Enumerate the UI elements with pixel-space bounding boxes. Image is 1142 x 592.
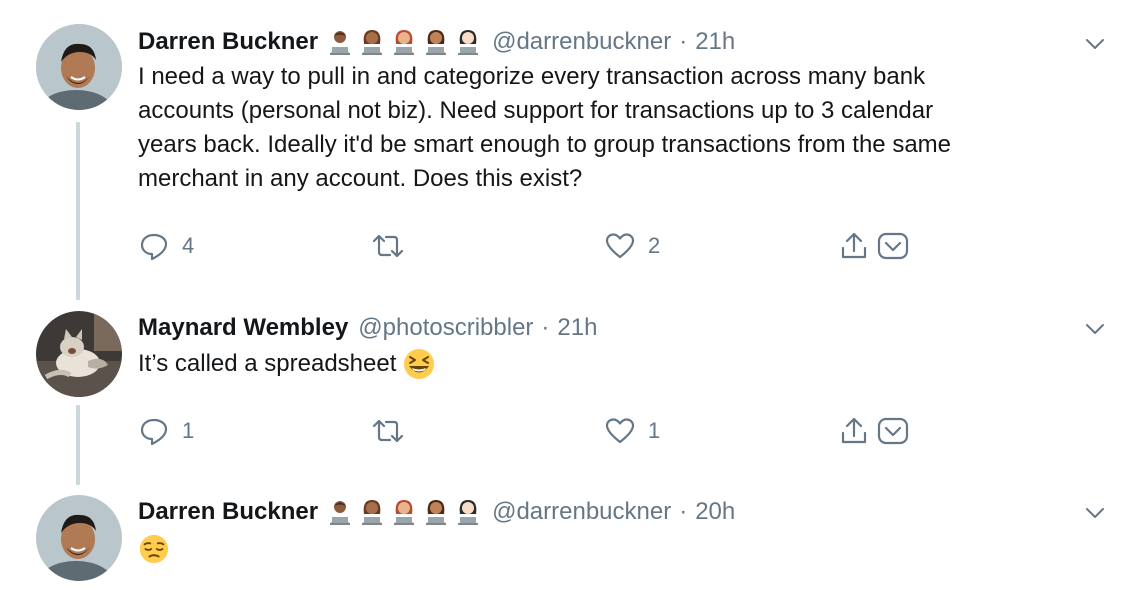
technologist-emoji-icon: [362, 500, 383, 525]
reply-button[interactable]: 4: [138, 229, 194, 263]
author-name[interactable]: Darren Buckner: [138, 28, 318, 56]
name-emojis: [326, 498, 482, 526]
tweet-text-line: I need a way to pull in and categorize e…: [138, 63, 926, 90]
tweet-header: Maynard Wembley @photoscribbler · 21h: [138, 312, 597, 344]
pensive-face-icon: [139, 534, 169, 563]
tweet-text: [138, 531, 1098, 565]
dm-button[interactable]: [876, 414, 910, 448]
tweet-text-line: merchant in any account. Does this exist…: [138, 165, 583, 192]
technologist-emoji-icon: [426, 30, 447, 55]
dm-icon: [877, 232, 909, 260]
like-icon: [605, 418, 635, 444]
reply-count: 1: [182, 418, 195, 443]
thread-line: [76, 405, 80, 485]
share-button[interactable]: [838, 414, 870, 448]
avatar[interactable]: [36, 311, 122, 397]
chevron-down-icon[interactable]: [1084, 318, 1106, 340]
retweet-icon: [372, 419, 404, 443]
technologist-emoji-icon: [330, 31, 351, 55]
chevron-down-icon[interactable]: [1084, 502, 1106, 524]
retweet-button[interactable]: [370, 414, 418, 448]
share-icon: [841, 232, 867, 259]
tweet-text-line: years back. Ideally it'd be smart enough…: [138, 131, 951, 158]
technologist-emoji-icon: [394, 500, 415, 525]
tweet-header: Darren Buckner @darrenbuckner · 20h: [138, 496, 735, 528]
reply-icon: [140, 233, 168, 261]
reply-icon: [140, 418, 168, 446]
tweet-text: It’s called a spreadsheet: [138, 347, 1098, 381]
reply-button[interactable]: 1: [138, 414, 194, 448]
action-bar: 4 2: [138, 229, 918, 263]
tweet-text-line: accounts (personal not biz). Need suppor…: [138, 97, 934, 124]
author-handle[interactable]: @photoscribbler: [358, 314, 533, 342]
like-icon: [605, 233, 635, 259]
like-button[interactable]: 1: [604, 414, 660, 448]
retweet-icon: [372, 234, 404, 258]
avatar[interactable]: [36, 495, 122, 581]
laughing-face-icon: [404, 349, 435, 379]
separator-dot: ·: [541, 314, 550, 341]
timestamp[interactable]: 21h: [557, 314, 597, 342]
technologist-emoji-icon: [458, 500, 479, 525]
like-button[interactable]: 2: [604, 229, 660, 263]
technologist-emoji-icon: [426, 500, 447, 525]
tweet-text-line: It’s called a spreadsheet: [138, 350, 397, 377]
dm-icon: [877, 417, 909, 445]
author-handle[interactable]: @darrenbuckner: [492, 28, 671, 56]
chevron-down-icon[interactable]: [1084, 33, 1106, 55]
retweet-button[interactable]: [370, 229, 418, 263]
author-name[interactable]: Maynard Wembley: [138, 314, 348, 342]
share-button[interactable]: [838, 229, 870, 263]
tweet-header: Darren Buckner @darrenbuckner · 21h: [138, 26, 735, 58]
technologist-emoji-icon: [394, 30, 415, 55]
timestamp[interactable]: 20h: [695, 498, 735, 526]
separator-dot: ·: [679, 28, 688, 55]
tweet-text: I need a way to pull in and categorize e…: [138, 60, 1098, 196]
timestamp[interactable]: 21h: [695, 28, 735, 56]
name-emojis: [326, 28, 482, 56]
technologist-emoji-icon: [330, 501, 351, 525]
avatar[interactable]: [36, 24, 122, 110]
share-icon: [841, 417, 867, 444]
technologist-emoji-icon: [458, 30, 479, 55]
like-count: 2: [648, 233, 661, 258]
like-count: 1: [648, 418, 661, 443]
separator-dot: ·: [679, 498, 688, 525]
thread-line: [76, 122, 80, 300]
author-name[interactable]: Darren Buckner: [138, 498, 318, 526]
reply-count: 4: [182, 233, 195, 258]
dm-button[interactable]: [876, 229, 910, 263]
action-bar: 1 1: [138, 414, 918, 448]
author-handle[interactable]: @darrenbuckner: [492, 498, 671, 526]
technologist-emoji-icon: [362, 30, 383, 55]
